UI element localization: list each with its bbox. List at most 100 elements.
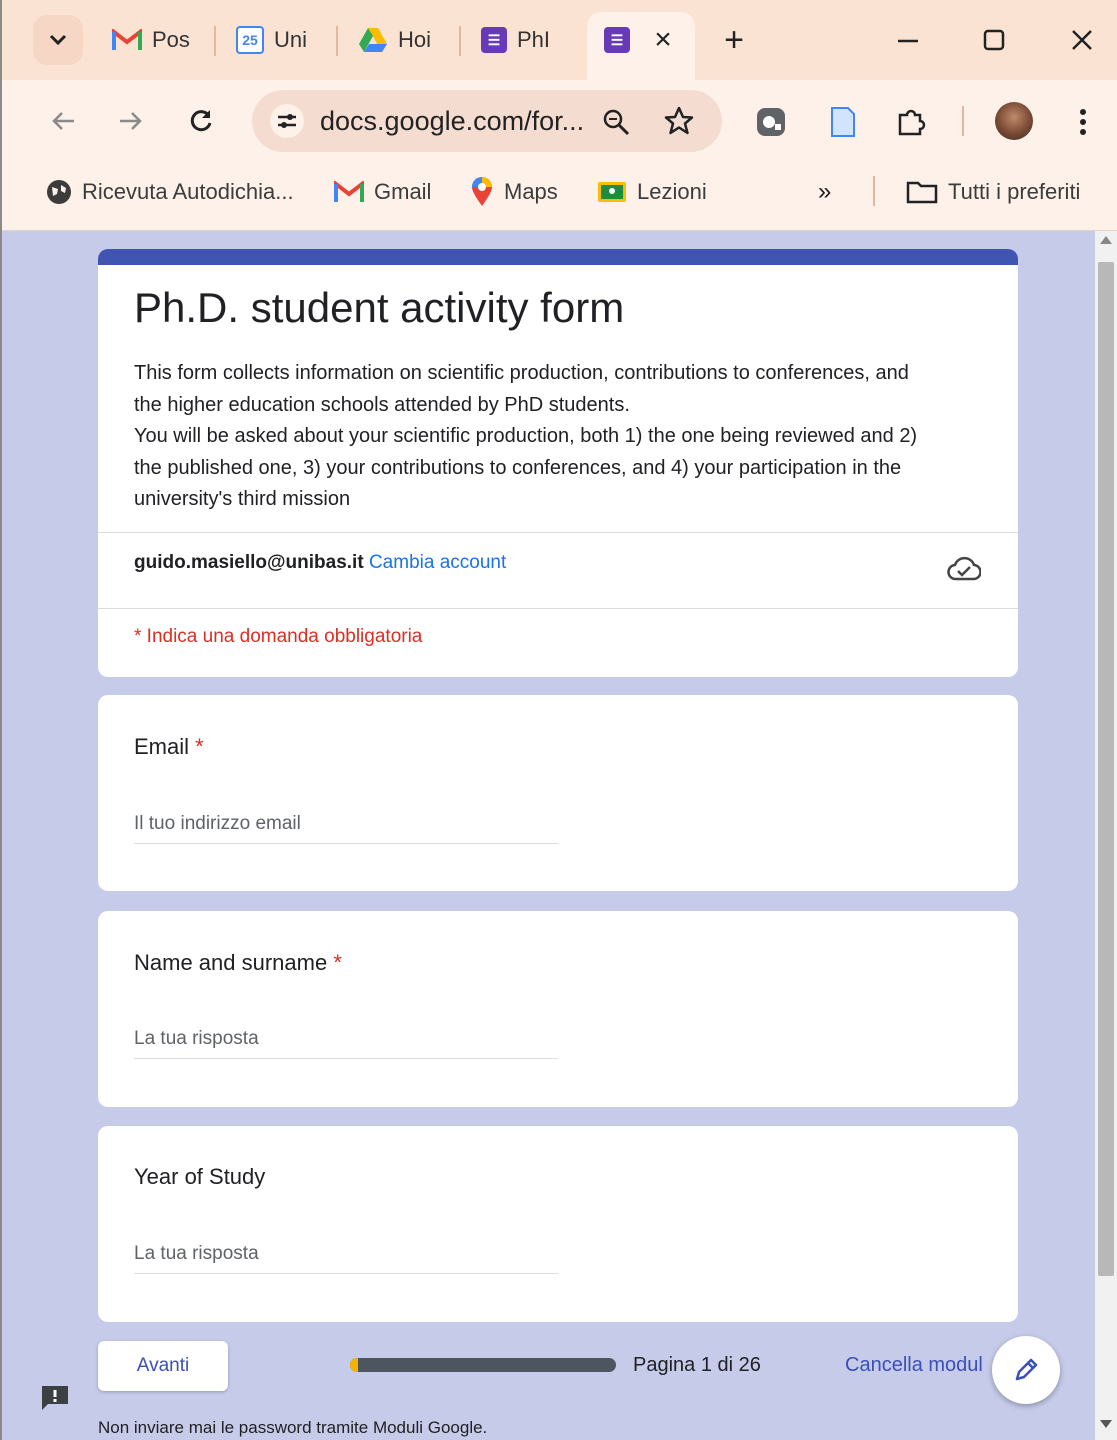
tab-label: Pos <box>152 27 190 52</box>
question-title: Year of Study <box>134 1164 265 1190</box>
menu-button[interactable] <box>1068 104 1098 140</box>
question-card-name <box>98 911 1018 1107</box>
feedback-button[interactable] <box>40 1384 70 1412</box>
form-header-accent <box>98 249 1018 265</box>
bookmark-ricevuta[interactable]: Ricevuta Autodichia... <box>46 172 294 212</box>
email-field[interactable]: Il tuo indirizzo email <box>134 813 558 835</box>
next-button[interactable]: Avanti <box>98 1341 228 1391</box>
zoom-icon <box>603 109 630 136</box>
tab-gmail[interactable]: Pos <box>112 18 196 62</box>
tab-separator <box>214 26 216 56</box>
bookmark-label: Maps <box>504 179 558 204</box>
tab-label: Uni <box>274 27 308 52</box>
bookmark-lezioni[interactable]: Lezioni <box>597 172 707 212</box>
question-title-text: Year of Study <box>134 1164 266 1189</box>
new-tab-button[interactable]: + <box>716 20 752 60</box>
tab-label: Hoi <box>398 27 432 52</box>
scroll-down-arrow-icon[interactable] <box>1100 1420 1112 1428</box>
description-line: the higher education schools attended by… <box>134 393 630 416</box>
maximize-icon <box>983 29 1005 51</box>
name-surname-field[interactable]: La tua risposta <box>134 1028 558 1050</box>
description-line: university's third mission <box>134 488 351 510</box>
progress-bar-fill <box>350 1358 358 1372</box>
reload-button[interactable] <box>184 104 218 138</box>
bookmark-label: Lezioni <box>637 179 707 204</box>
drive-icon <box>359 28 387 52</box>
feedback-icon <box>42 1386 68 1410</box>
clear-form-button[interactable]: Cancella modul <box>845 1354 983 1377</box>
required-asterisk: * <box>333 950 342 975</box>
tab-drive[interactable]: Hoi <box>358 18 442 62</box>
year-of-study-field[interactable]: La tua risposta <box>134 1243 558 1265</box>
tab-search-button[interactable] <box>33 15 83 65</box>
zoom-button[interactable] <box>598 104 634 140</box>
forms-icon: ☰ <box>481 27 507 53</box>
question-title-text: Email <box>134 734 190 759</box>
required-note: * Indica una domanda obbligatoria <box>134 626 423 647</box>
field-underline <box>134 843 558 844</box>
minimize-icon <box>898 39 918 43</box>
scrollbar-thumb[interactable] <box>1098 262 1114 1276</box>
switch-account-link[interactable]: Cambia account <box>369 552 506 573</box>
scroll-up-arrow-icon[interactable] <box>1100 236 1112 244</box>
reload-icon <box>190 110 212 132</box>
globe-icon <box>47 180 71 204</box>
draft-saved-button[interactable] <box>946 552 982 584</box>
bookmarks-separator <box>873 176 875 206</box>
question-card-year <box>98 1126 1018 1322</box>
extension-button[interactable] <box>753 104 789 140</box>
question-title: Name and surname * <box>134 950 342 976</box>
question-card-email <box>98 695 1018 891</box>
forward-arrow-icon <box>120 112 142 130</box>
close-tab-icon[interactable]: × <box>648 22 678 58</box>
tab-separator <box>459 26 461 56</box>
description-line: the published one, 3) your contributions… <box>134 456 902 479</box>
gmail-icon <box>112 29 142 50</box>
forms-icon: ☰ <box>604 27 630 53</box>
profile-avatar[interactable] <box>995 102 1033 140</box>
minimize-button[interactable] <box>888 20 928 60</box>
bookmark-label: Ricevuta Autodichia... <box>82 179 294 204</box>
cloud-done-icon <box>947 556 981 581</box>
more-vert-icon <box>1080 109 1086 135</box>
maps-pin-icon <box>472 177 492 206</box>
edit-fab-button[interactable] <box>992 1336 1060 1404</box>
field-underline <box>134 1058 558 1059</box>
tab-calendar[interactable]: 25 Uni <box>236 18 320 62</box>
document-icon <box>831 107 855 137</box>
address-bar[interactable]: docs.google.com/for... <box>252 90 722 152</box>
pencil-icon <box>1015 1358 1038 1381</box>
account-row: guido.masiello@unibas.it Cambia account <box>134 552 506 574</box>
account-email: guido.masiello@unibas.it <box>134 552 364 573</box>
tab-separator <box>336 26 338 56</box>
divider <box>98 608 1018 609</box>
all-bookmarks-button[interactable]: Tutti i preferiti <box>906 172 1080 212</box>
bookmark-maps[interactable]: Maps <box>470 172 558 212</box>
tab-label: PhI <box>517 27 551 52</box>
maximize-button[interactable] <box>974 20 1014 60</box>
description-line: You will be asked about your scientific … <box>134 425 918 447</box>
star-icon <box>664 106 694 135</box>
bookmarks-overflow-button[interactable]: » <box>818 172 831 212</box>
bookmark-gmail[interactable]: Gmail <box>334 172 431 212</box>
close-window-button[interactable] <box>1062 20 1102 60</box>
chevron-down-icon <box>49 34 67 46</box>
site-settings-icon[interactable] <box>270 104 304 138</box>
docs-extension-button[interactable] <box>826 102 860 142</box>
bookmark-star-button[interactable] <box>660 102 698 140</box>
puzzle-icon <box>898 109 926 136</box>
calendar-icon: 25 <box>236 26 264 54</box>
forward-button[interactable] <box>114 104 148 138</box>
bookmark-label: Gmail <box>374 179 432 204</box>
extensions-button[interactable] <box>893 104 929 140</box>
progress-bar <box>350 1358 616 1372</box>
page-indicator: Pagina 1 di 26 <box>633 1354 761 1376</box>
question-title: Email * <box>134 734 204 760</box>
form-description: This form collects information on scient… <box>134 358 984 516</box>
description-line: This form collects information on scient… <box>134 362 909 384</box>
classroom-icon <box>598 182 626 202</box>
form-title: Ph.D. student activity form <box>134 284 625 331</box>
tab-forms[interactable]: ☰ PhI <box>481 18 565 62</box>
footer-warning: Non inviare mai le password tramite Modu… <box>98 1418 488 1437</box>
back-button[interactable] <box>46 104 80 138</box>
